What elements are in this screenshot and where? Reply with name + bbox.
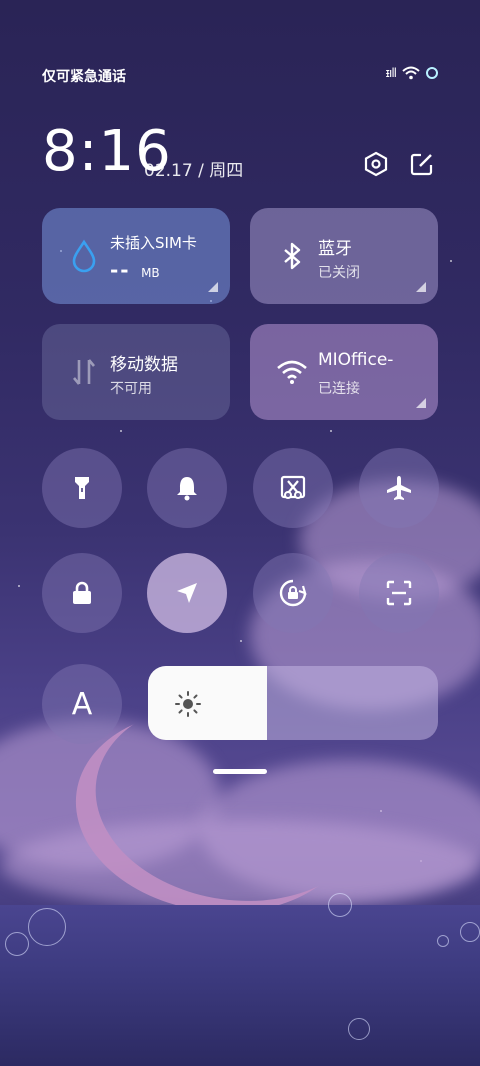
expand-corner-icon (416, 398, 426, 408)
brightness-slider[interactable] (148, 666, 438, 740)
droplet-icon (72, 239, 96, 273)
flashlight-icon (75, 477, 89, 499)
indicator-ring-icon (426, 67, 438, 79)
scan-button[interactable] (359, 553, 439, 633)
lock-screen-button[interactable] (42, 553, 122, 633)
location-button[interactable] (147, 553, 227, 633)
settings-icon[interactable] (362, 150, 390, 178)
signal-icon: ᵻıll (385, 66, 398, 80)
lock-icon (73, 581, 91, 604)
weekday: 周四 (209, 161, 244, 181)
drag-handle[interactable] (213, 769, 267, 774)
sim-tile-title: 未插入SIM卡 (110, 234, 197, 252)
auto-brightness-button[interactable]: A (42, 664, 122, 744)
water-reflection (0, 905, 480, 1066)
mobile-data-icon (73, 359, 95, 385)
date-line: 02.17 / 周四 (144, 156, 243, 181)
status-bar: 仅可紧急通话 ᵻıll (42, 66, 438, 86)
wifi-ssid: MIOffice- (318, 350, 394, 370)
edit-icon[interactable] (408, 150, 436, 178)
date: 02.17 (144, 161, 193, 181)
mobile-data-status: 不可用 (110, 381, 152, 397)
screenshot-icon (280, 475, 306, 499)
carrier-text: 仅可紧急通话 (42, 69, 126, 85)
notifications-button[interactable] (147, 448, 227, 528)
sim-data-unit: MB (141, 266, 160, 280)
location-icon (177, 583, 197, 603)
scan-icon (386, 580, 412, 606)
expand-corner-icon (208, 282, 218, 292)
wifi-status: 已连接 (318, 381, 360, 397)
bluetooth-icon (284, 242, 301, 270)
airplane-mode-button[interactable] (359, 448, 439, 528)
brightness-icon (175, 691, 201, 717)
auto-brightness-icon: A (71, 686, 93, 722)
bluetooth-status: 已关闭 (318, 265, 360, 281)
bell-icon (177, 477, 197, 501)
bluetooth-tile[interactable]: 蓝牙 已关闭 (250, 208, 438, 304)
airplane-icon (387, 476, 411, 500)
mobile-data-tile[interactable]: 移动数据 不可用 (42, 324, 230, 420)
sim-data-tile[interactable]: 未插入SIM卡 -- MB (42, 208, 230, 304)
wifi-icon (277, 360, 307, 384)
expand-corner-icon (416, 282, 426, 292)
sim-data-value: -- (110, 258, 131, 282)
rotation-lock-button[interactable] (253, 553, 333, 633)
mobile-data-title: 移动数据 (110, 355, 178, 375)
wifi-icon (402, 66, 420, 80)
wifi-tile[interactable]: MIOffice- 已连接 (250, 324, 438, 420)
rotation-lock-icon (279, 579, 307, 607)
date-separator: / (198, 161, 204, 181)
screenshot-button[interactable] (253, 448, 333, 528)
bluetooth-title: 蓝牙 (318, 239, 352, 259)
brightness-level-fill (148, 666, 267, 740)
flashlight-button[interactable] (42, 448, 122, 528)
